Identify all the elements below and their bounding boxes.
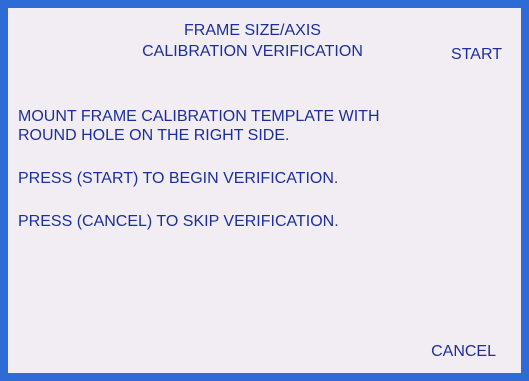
cancel-softkey[interactable]: CANCEL bbox=[431, 342, 496, 362]
screen-frame: FRAME SIZE/AXIS CALIBRATION VERIFICATION… bbox=[0, 0, 529, 381]
start-softkey[interactable]: START bbox=[451, 45, 502, 65]
display-screen: FRAME SIZE/AXIS CALIBRATION VERIFICATION… bbox=[8, 8, 521, 373]
title-line-2: CALIBRATION VERIFICATION bbox=[142, 43, 363, 60]
cancel-instruction: PRESS (CANCEL) TO SKIP VERIFICATION. bbox=[18, 213, 339, 230]
instruction-line-1: MOUNT FRAME CALIBRATION TEMPLATE WITH bbox=[18, 108, 380, 125]
title-line-1: FRAME SIZE/AXIS bbox=[184, 22, 321, 39]
instruction-line-2: ROUND HOLE ON THE RIGHT SIDE. bbox=[18, 127, 290, 144]
start-instruction: PRESS (START) TO BEGIN VERIFICATION. bbox=[18, 170, 339, 187]
